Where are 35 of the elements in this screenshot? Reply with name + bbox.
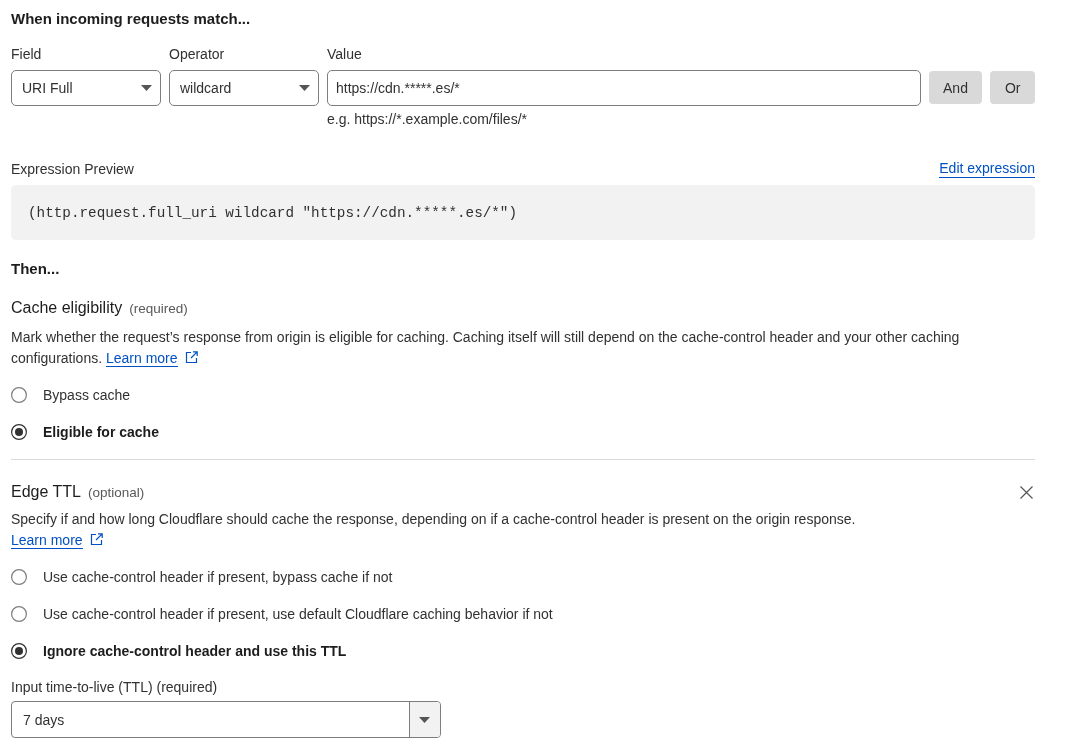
field-label: Input time-to-live (TTL) (required): [11, 678, 218, 696]
external-link-icon: [89, 533, 103, 546]
radio-option[interactable]: Use cache-control header if present, use default Cloudflare caching behavior if not: [11, 603, 553, 625]
external-link-icon: [184, 351, 198, 364]
radio-option[interactable]: Eligible for cache: [11, 421, 159, 443]
edit-expression-link[interactable]: Edit expression: [939, 159, 1035, 178]
section-heading: When incoming requests match...: [11, 9, 251, 29]
close-icon[interactable]: [1020, 486, 1033, 499]
field-label: Operator: [169, 45, 225, 63]
caret-icon: [299, 85, 310, 91]
learn-more-link[interactable]: Learn more: [11, 532, 83, 549]
qualifier-text: (optional): [87, 484, 145, 502]
dropdown[interactable]: 7 days: [11, 701, 441, 738]
caret-icon: [409, 702, 440, 737]
hint-text: e.g. https://*.example.com/files/*: [327, 110, 527, 128]
qualifier-text: (required): [129, 300, 188, 318]
field-label: Value: [327, 45, 362, 63]
description-text: Mark whether the request’s response from origin is eligible for caching. Caching itself will still depend on the cache-control header and your other caching configurations. Learn more: [11, 328, 961, 369]
field-label: Expression Preview: [11, 159, 134, 178]
dropdown[interactable]: wildcard: [169, 70, 319, 106]
value-input[interactable]: https://cdn.*****.es/*: [327, 70, 921, 106]
caret-icon: [141, 85, 152, 91]
section-title: Edge TTL: [11, 482, 81, 502]
logic-button[interactable]: And: [928, 71, 983, 104]
learn-more-link[interactable]: Learn more: [105, 350, 178, 367]
dropdown[interactable]: URI Full: [11, 70, 161, 106]
radio-option[interactable]: Use cache-control header if present, bypass cache if not: [11, 566, 393, 588]
expression-code-block: (http.request.full_uri wildcard "https://cdn.*****.es/*"): [11, 185, 1035, 240]
section-heading: Then...: [11, 259, 60, 279]
radio-option[interactable]: Ignore cache-control header and use this TTL: [11, 640, 347, 662]
logic-button[interactable]: Or: [990, 71, 1035, 104]
field-label: Field: [11, 45, 42, 63]
description-text: Specify if and how long Cloudflare should cache the response, depending on if a cache-control header is present on the origin response.: [11, 510, 857, 529]
radio-option[interactable]: Bypass cache: [11, 384, 131, 406]
section-title: Cache eligibility: [11, 298, 123, 318]
